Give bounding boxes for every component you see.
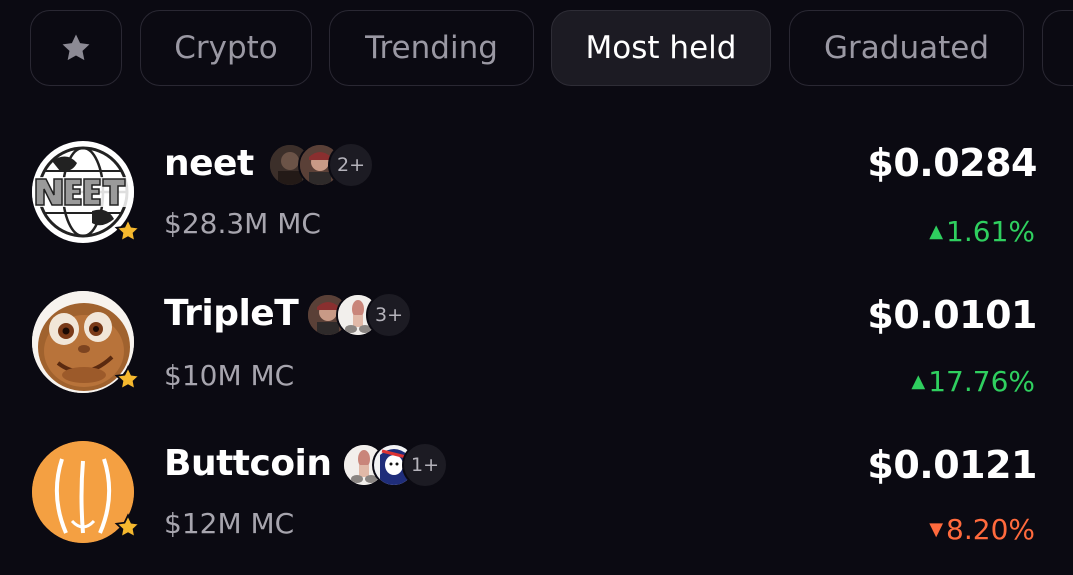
token-row-triplet[interactable]: TripleT 3+ $10M MC $0.0101 ▲ 17.76% bbox=[0, 275, 1073, 425]
tab-crypto[interactable]: Crypto bbox=[140, 10, 312, 86]
tab-favorites[interactable] bbox=[30, 10, 122, 86]
holder-avatars[interactable]: 1+ bbox=[342, 442, 448, 488]
price-change: ▲ 1.61% bbox=[929, 215, 1035, 248]
star-icon bbox=[59, 31, 93, 65]
tab-trending[interactable]: Trending bbox=[329, 10, 534, 86]
up-arrow-icon: ▲ bbox=[911, 371, 926, 392]
price-change-value: 17.76% bbox=[928, 365, 1035, 398]
more-holders-badge: 2+ bbox=[328, 142, 374, 188]
token-price: $0.0101 bbox=[867, 293, 1037, 337]
token-name: Buttcoin bbox=[164, 443, 332, 484]
token-name: neet bbox=[164, 143, 254, 184]
tab-graduated[interactable]: Graduated bbox=[789, 10, 1024, 86]
filter-tab-bar: Crypto Trending Most held Graduated bbox=[30, 10, 1073, 90]
up-arrow-icon: ▲ bbox=[929, 221, 944, 242]
token-row-buttcoin[interactable]: Buttcoin 1+ $12M MC $0.0121 ▼ 8.20% bbox=[0, 425, 1073, 575]
holder-avatars[interactable]: 3+ bbox=[306, 292, 412, 338]
price-change-value: 8.20% bbox=[946, 513, 1035, 546]
price-change: ▼ 8.20% bbox=[929, 513, 1035, 546]
tab-most-held[interactable]: Most held bbox=[551, 10, 771, 86]
favorite-star-icon[interactable] bbox=[114, 513, 142, 541]
tab-label: Trending bbox=[365, 30, 498, 66]
tab-label: Graduated bbox=[824, 30, 989, 66]
price-change: ▲ 17.76% bbox=[911, 365, 1035, 398]
price-change-value: 1.61% bbox=[946, 215, 1035, 248]
favorite-star-icon[interactable] bbox=[114, 217, 142, 245]
favorite-star-icon[interactable] bbox=[114, 365, 142, 393]
down-arrow-icon: ▼ bbox=[929, 519, 944, 540]
token-price: $0.0121 bbox=[867, 443, 1037, 487]
tab-label: Most held bbox=[585, 30, 737, 66]
tab-more[interactable] bbox=[1042, 10, 1073, 86]
more-holders-badge: 1+ bbox=[402, 442, 448, 488]
market-cap: $10M MC bbox=[164, 359, 295, 392]
market-cap: $12M MC bbox=[164, 507, 295, 540]
token-row-neet[interactable]: neet 2+ $28.3M MC $0.0284 ▲ 1.61% bbox=[0, 125, 1073, 275]
token-price: $0.0284 bbox=[867, 141, 1037, 185]
market-cap: $28.3M MC bbox=[164, 207, 321, 240]
more-holders-badge: 3+ bbox=[366, 292, 412, 338]
holder-avatars[interactable]: 2+ bbox=[268, 142, 374, 188]
tab-label: Crypto bbox=[174, 30, 278, 66]
token-name: TripleT bbox=[164, 293, 299, 334]
